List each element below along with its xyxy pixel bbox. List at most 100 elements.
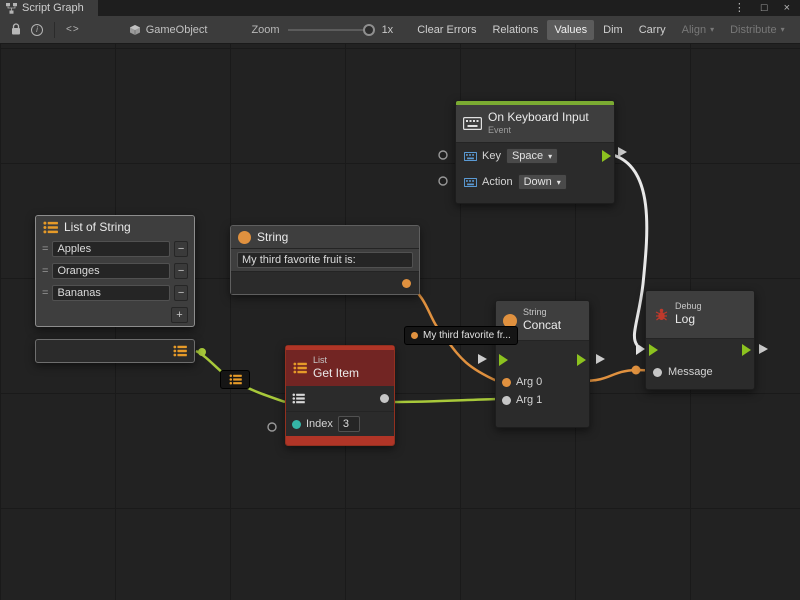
arg0-label: Arg 0 xyxy=(516,376,542,388)
index-value-input[interactable] xyxy=(338,416,360,432)
list-icon xyxy=(292,393,305,404)
key-row: Key Space ▾ xyxy=(456,143,614,169)
node-header[interactable]: List of String xyxy=(36,216,194,238)
wire-arrowhead-icon xyxy=(636,343,645,355)
value-dot-icon xyxy=(198,348,206,356)
node-get-item[interactable]: List Get Item Index xyxy=(285,345,395,446)
index-input-port[interactable] xyxy=(292,420,301,429)
code-view-icon[interactable]: <> xyxy=(66,24,80,35)
zoom-slider-handle[interactable] xyxy=(363,24,375,36)
zoom-slider[interactable] xyxy=(288,29,372,31)
remove-item-button[interactable]: − xyxy=(174,263,188,279)
item-output-port[interactable] xyxy=(380,394,389,403)
gameobject-cube-icon xyxy=(129,24,141,36)
keyboard-icon xyxy=(463,117,482,130)
node-title: Get Item xyxy=(313,367,359,380)
empty-port-icon[interactable] xyxy=(268,423,276,431)
graph-toolbar: i <> GameObject Zoom 1x Clear Errors Rel… xyxy=(0,16,800,44)
node-on-keyboard-input[interactable]: On Keyboard Input Event Key Space ▾ Acti… xyxy=(455,100,615,204)
graph-canvas[interactable]: List of String = − = − = + − + xyxy=(0,44,800,600)
string-output-port[interactable] xyxy=(402,279,411,288)
arg1-row: Arg 1 xyxy=(496,391,589,409)
node-title: On Keyboard Input xyxy=(488,111,589,124)
empty-port-icon[interactable] xyxy=(439,177,447,185)
drag-handle-icon[interactable]: = xyxy=(42,287,48,299)
list-output-port[interactable] xyxy=(173,345,187,357)
arg1-input-port[interactable] xyxy=(502,396,511,405)
keyboard-icon xyxy=(464,178,477,187)
string-value-text: My third favorite fr... xyxy=(423,330,511,341)
node-title: String xyxy=(257,230,288,244)
string-value-input[interactable] xyxy=(237,252,413,268)
add-item-button[interactable]: + xyxy=(171,307,188,323)
tab-title: Script Graph xyxy=(22,2,84,14)
list-item-input[interactable] xyxy=(52,263,170,279)
drag-handle-icon[interactable]: = xyxy=(42,265,48,277)
align-button[interactable]: Align▾ xyxy=(675,20,721,40)
arg0-row: Arg 0 xyxy=(496,373,589,391)
lock-icon[interactable] xyxy=(11,23,21,36)
string-value-preview: My third favorite fr... xyxy=(404,326,518,345)
window-menu-icon[interactable]: ⋮ xyxy=(734,1,745,15)
wire-getitem-to-concat[interactable] xyxy=(392,399,497,402)
node-header[interactable]: List Get Item xyxy=(286,346,394,386)
list-item-row: = + − xyxy=(36,282,194,304)
action-dropdown[interactable]: Down ▾ xyxy=(518,174,567,190)
list-icon xyxy=(293,362,307,374)
clear-errors-button[interactable]: Clear Errors xyxy=(410,20,483,40)
log-flow-row xyxy=(646,339,754,361)
distribute-button[interactable]: Distribute▾ xyxy=(723,20,791,40)
node-category: List xyxy=(313,356,359,366)
node-concat[interactable]: String Concat Arg 0 Arg 1 xyxy=(495,300,590,428)
message-input-port[interactable] xyxy=(653,368,662,377)
flow-input-port[interactable] xyxy=(649,344,658,356)
index-label: Index xyxy=(306,418,333,430)
list-item-input[interactable] xyxy=(52,241,170,257)
values-button[interactable]: Values xyxy=(547,20,594,40)
tab-script-graph[interactable]: Script Graph xyxy=(0,0,98,16)
info-icon[interactable]: i xyxy=(31,24,43,36)
bug-icon xyxy=(654,307,669,322)
node-title: Concat xyxy=(523,319,561,332)
chevron-down-icon: ▾ xyxy=(781,25,785,34)
dim-button[interactable]: Dim xyxy=(596,20,630,40)
trigger-output-port[interactable] xyxy=(602,150,611,162)
titlebar: Script Graph ⋮ □ × xyxy=(0,0,800,16)
relations-button[interactable]: Relations xyxy=(485,20,545,40)
remove-item-button[interactable]: − xyxy=(174,241,188,257)
remove-item-button[interactable]: − xyxy=(174,285,188,301)
list-input-port[interactable] xyxy=(292,393,305,404)
node-list-of-string-ports[interactable] xyxy=(35,339,195,363)
node-header[interactable]: Debug Log xyxy=(646,291,754,339)
arg0-input-port[interactable] xyxy=(502,378,511,387)
flow-output-port[interactable] xyxy=(742,344,751,356)
node-log[interactable]: Debug Log Message xyxy=(645,290,755,390)
flow-triangle-icon xyxy=(478,354,487,364)
node-header[interactable]: On Keyboard Input Event xyxy=(456,105,614,143)
flow-output-port[interactable] xyxy=(577,354,586,366)
toolbar-divider xyxy=(54,22,55,38)
carry-button[interactable]: Carry xyxy=(632,20,673,40)
close-icon[interactable]: × xyxy=(784,1,790,15)
window-controls: ⋮ □ × xyxy=(734,1,800,15)
wire-concat-to-log[interactable] xyxy=(582,370,652,381)
maximize-icon[interactable]: □ xyxy=(761,1,768,15)
flow-triangle-icon xyxy=(596,354,605,364)
overview-button[interactable]: Overv xyxy=(794,20,800,40)
node-string-literal[interactable]: String xyxy=(230,225,420,295)
chevron-down-icon: ▾ xyxy=(548,152,552,161)
node-header[interactable]: String xyxy=(231,226,419,249)
string-type-icon xyxy=(238,231,251,244)
key-dropdown[interactable]: Space ▾ xyxy=(506,148,558,164)
drag-handle-icon[interactable]: = xyxy=(42,243,48,255)
gameobject-selector[interactable]: GameObject xyxy=(129,24,208,36)
flow-input-port[interactable] xyxy=(499,354,508,366)
empty-port-icon[interactable] xyxy=(439,151,447,159)
gameobject-label: GameObject xyxy=(146,24,208,36)
list-item-input[interactable] xyxy=(52,285,170,301)
wire-keyboard-to-log[interactable] xyxy=(613,155,647,345)
list-item-row: = − xyxy=(36,238,194,260)
node-subtitle: Event xyxy=(488,126,589,136)
node-list-of-string[interactable]: List of String = − = − = + − + xyxy=(35,215,195,327)
node-category: Debug xyxy=(675,302,702,312)
